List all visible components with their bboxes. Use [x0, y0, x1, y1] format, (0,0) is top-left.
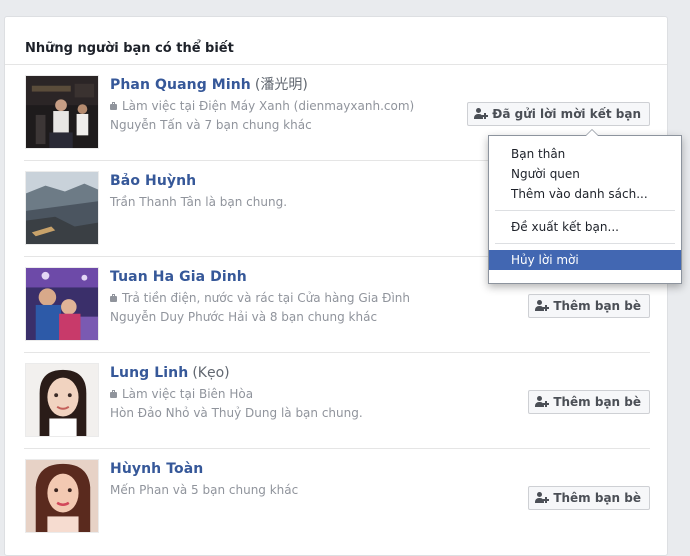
mutual-friends[interactable]: Mến Phan và 5 bạn chung khác — [110, 481, 480, 500]
profile-photo-image — [26, 172, 98, 244]
menu-item-suggest-friends[interactable]: Đề xuất kết bạn... — [489, 217, 681, 237]
mutual-friends[interactable]: Nguyễn Tấn và 7 bạn chung khác — [110, 116, 480, 135]
menu-item-close-friends[interactable]: Bạn thân — [489, 144, 681, 164]
profile-photo[interactable] — [25, 75, 99, 149]
suggestion-info: Bảo Huỳnh Trần Thanh Tân là bạn chung. — [110, 172, 480, 212]
profile-photo[interactable] — [25, 363, 99, 437]
mutual-friends[interactable]: Hòn Đảo Nhỏ và Thuỷ Dung là bạn chung. — [110, 404, 480, 423]
person-name[interactable]: Phan Quang Minh — [110, 77, 251, 93]
briefcase-icon — [110, 390, 117, 398]
person-name[interactable]: Tuan Ha Gia Dinh — [110, 269, 247, 285]
suggestion-row: Lung Linh (Kẹo) Làm việc tại Biên Hòa Hòn… — [24, 353, 650, 449]
person-name[interactable]: Hùynh Toàn — [110, 461, 203, 477]
add-friend-button[interactable]: Thêm bạn bè — [528, 486, 650, 510]
work-text: Trả tiền điện, nước và rác tại Cửa hàng … — [122, 291, 411, 305]
button-label: Đã gửi lời mời kết bạn — [492, 107, 641, 121]
suggestion-row: Hùynh Toàn Mến Phan và 5 bạn chung khác … — [24, 449, 650, 545]
work-text: Làm việc tại Biên Hòa — [122, 387, 254, 401]
person-name[interactable]: Bảo Huỳnh — [110, 173, 196, 189]
work-line: Làm việc tại Biên Hòa — [110, 385, 480, 404]
profile-photo-image — [26, 76, 98, 148]
friend-request-sent-button[interactable]: Đã gửi lời mời kết bạn — [467, 102, 650, 126]
button-label: Thêm bạn bè — [553, 299, 641, 313]
person-alias: (Kẹo) — [192, 365, 230, 381]
briefcase-icon — [110, 294, 117, 302]
profile-photo[interactable] — [25, 459, 99, 533]
mutual-friends[interactable]: Trần Thanh Tân là bạn chung. — [110, 193, 480, 212]
card-header: Những người bạn có thể biết — [5, 17, 667, 65]
add-friend-icon — [535, 492, 550, 504]
add-friend-button[interactable]: Thêm bạn bè — [528, 390, 650, 414]
button-label: Thêm bạn bè — [553, 491, 641, 505]
profile-photo[interactable] — [25, 267, 99, 341]
button-label: Thêm bạn bè — [553, 395, 641, 409]
menu-item-cancel-request[interactable]: Hủy lời mời — [489, 250, 681, 270]
mutual-friends[interactable]: Nguyễn Duy Phước Hải và 8 bạn chung khác — [110, 308, 480, 327]
work-line: Làm việc tại Điện Máy Xanh (dienmayxanh.… — [110, 97, 480, 116]
suggestion-info: Hùynh Toàn Mến Phan và 5 bạn chung khác — [110, 460, 480, 500]
work-text: Làm việc tại Điện Máy Xanh (dienmayxanh.… — [122, 99, 415, 113]
briefcase-icon — [110, 102, 117, 110]
work-line: Trả tiền điện, nước và rác tại Cửa hàng … — [110, 289, 480, 308]
card-title: Những người bạn có thể biết — [25, 41, 234, 56]
suggestion-info: Tuan Ha Gia Dinh Trả tiền điện, nước và … — [110, 268, 480, 327]
add-friend-icon — [535, 300, 550, 312]
menu-item-acquaintances[interactable]: Người quen — [489, 164, 681, 184]
add-friend-icon — [535, 396, 550, 408]
person-alias: (潘光明) — [254, 77, 308, 93]
suggestion-info: Phan Quang Minh (潘光明) Làm việc tại Điện M… — [110, 76, 480, 135]
profile-photo-image — [26, 460, 98, 532]
profile-photo-image — [26, 364, 98, 436]
menu-item-add-to-list[interactable]: Thêm vào danh sách... — [489, 184, 681, 204]
person-name[interactable]: Lung Linh — [110, 365, 188, 381]
menu-divider — [495, 243, 675, 244]
menu-divider — [495, 210, 675, 211]
friend-request-dropdown-menu: Bạn thân Người quen Thêm vào danh sách..… — [488, 129, 682, 284]
people-you-may-know-card: Những người bạn có thể biết Phan Quang M… — [4, 16, 668, 556]
profile-photo-image — [26, 268, 98, 340]
add-friend-icon — [474, 108, 489, 120]
add-friend-button[interactable]: Thêm bạn bè — [528, 294, 650, 318]
profile-photo[interactable] — [25, 171, 99, 245]
suggestion-info: Lung Linh (Kẹo) Làm việc tại Biên Hòa Hòn… — [110, 364, 480, 423]
